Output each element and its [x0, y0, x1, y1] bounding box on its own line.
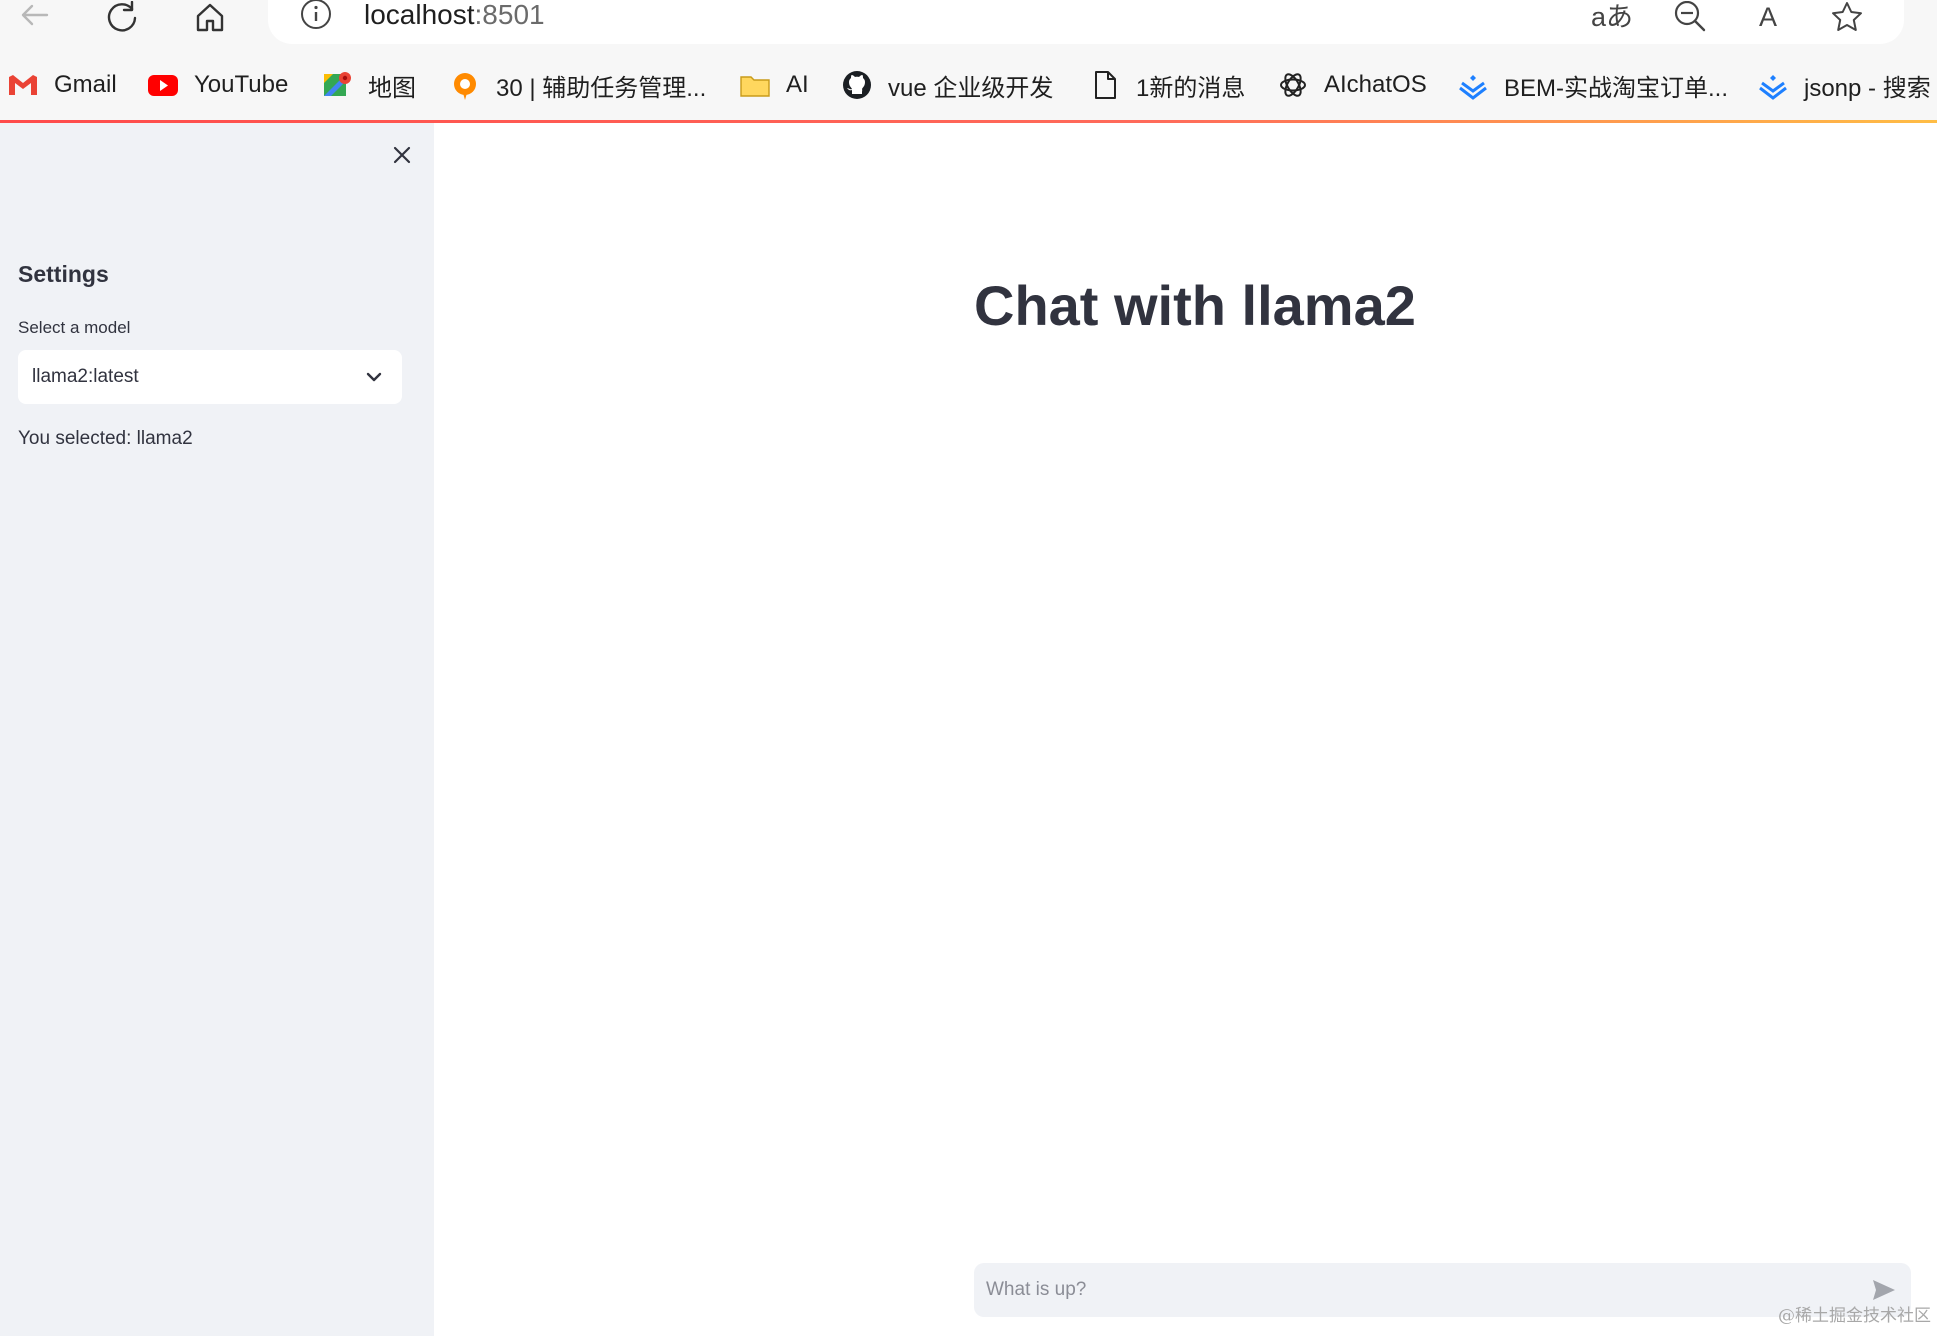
selected-model-text: You selected: llama2	[18, 428, 193, 449]
bookmark-label: 30 | 辅助任务管理...	[496, 74, 707, 102]
translate-icon: aあ	[1590, 2, 1634, 32]
youtube-icon	[146, 68, 180, 102]
bookmark-youtube[interactable]: YouTube	[146, 64, 288, 106]
juejin-icon	[1756, 68, 1790, 102]
model-select[interactable]: llama2:latest	[18, 350, 402, 404]
close-sidebar-button[interactable]	[386, 139, 418, 171]
home-icon	[196, 3, 224, 32]
bookmark-folder-ai[interactable]: AI	[738, 64, 809, 106]
bookmark-label: AI	[786, 71, 809, 98]
app-icon	[448, 68, 482, 102]
send-icon	[1873, 1280, 1895, 1300]
bookmark-messages[interactable]: 1新的消息	[1088, 64, 1245, 106]
chat-input-container	[974, 1263, 1911, 1317]
back-button[interactable]	[10, 0, 58, 36]
zoom-out-icon	[1674, 1, 1706, 32]
model-select-value: llama2:latest	[32, 366, 139, 387]
bookmark-aichatos[interactable]: AIchatOS	[1276, 64, 1427, 106]
page-title: Chat with llama2	[974, 274, 1416, 337]
read-aloud-icon: A	[1758, 2, 1777, 32]
juejin-icon	[1456, 68, 1490, 102]
url-host: localhost	[364, 0, 475, 30]
bookmarks-bar: Gmail YouTube 地图 30 | 辅助任务管理... AI vue 企…	[0, 60, 1937, 110]
home-button[interactable]	[186, 0, 234, 36]
bookmark-label: 地图	[368, 74, 416, 102]
bookmark-label: BEM-实战淘宝订单...	[1504, 74, 1729, 102]
reload-button[interactable]	[98, 0, 146, 36]
bookmark-gmail[interactable]: Gmail	[6, 64, 117, 106]
bookmark-label: jsonp - 搜索	[1804, 74, 1931, 102]
bookmark-label: AIchatOS	[1324, 71, 1427, 98]
site-info-icon[interactable]	[298, 0, 334, 32]
bookmark-vue[interactable]: vue 企业级开发	[840, 64, 1053, 106]
translate-button[interactable]: aあ	[1590, 0, 1634, 34]
url-text[interactable]: localhost:8501	[364, 0, 545, 32]
bookmark-task-manager[interactable]: 30 | 辅助任务管理...	[448, 64, 706, 106]
sidebar: Settings Select a model llama2:latest Yo…	[0, 123, 434, 1336]
bookmark-bem[interactable]: BEM-实战淘宝订单...	[1456, 64, 1728, 106]
bookmark-label: vue 企业级开发	[888, 74, 1054, 102]
read-aloud-button[interactable]: A	[1746, 0, 1790, 34]
favorite-button[interactable]	[1825, 0, 1869, 34]
url-port: :8501	[474, 0, 545, 30]
bookmark-label: 1新的消息	[1136, 74, 1246, 102]
close-icon	[393, 146, 411, 164]
send-button[interactable]	[1869, 1276, 1899, 1304]
chevron-down-icon	[364, 367, 384, 387]
watermark: @稀土掘金技术社区	[1778, 1306, 1931, 1326]
bookmark-label: YouTube	[194, 71, 289, 98]
browser-toolbar: localhost:8501 aあ A	[0, 0, 1937, 50]
bookmark-label: Gmail	[54, 71, 117, 98]
browser-chrome: localhost:8501 aあ A Gmail YouTube 地图 30 …	[0, 0, 1937, 124]
model-select-label: Select a model	[18, 318, 131, 337]
folder-icon	[738, 68, 772, 102]
maps-icon	[320, 68, 354, 102]
zoom-out-button[interactable]	[1668, 0, 1712, 34]
chat-input[interactable]	[974, 1263, 1844, 1317]
reload-icon	[107, 1, 137, 32]
bookmark-maps[interactable]: 地图	[320, 64, 416, 106]
back-arrow-icon	[21, 4, 49, 26]
gmail-icon	[6, 68, 40, 102]
openai-icon	[1276, 68, 1310, 102]
document-icon	[1088, 68, 1122, 102]
main-content: Chat with llama2	[434, 123, 1937, 1336]
address-bar[interactable]: localhost:8501 aあ A	[268, 0, 1904, 44]
github-icon	[840, 68, 874, 102]
bookmark-jsonp[interactable]: jsonp - 搜索	[1756, 64, 1931, 106]
star-icon	[1832, 2, 1862, 31]
sidebar-title: Settings	[18, 261, 109, 287]
